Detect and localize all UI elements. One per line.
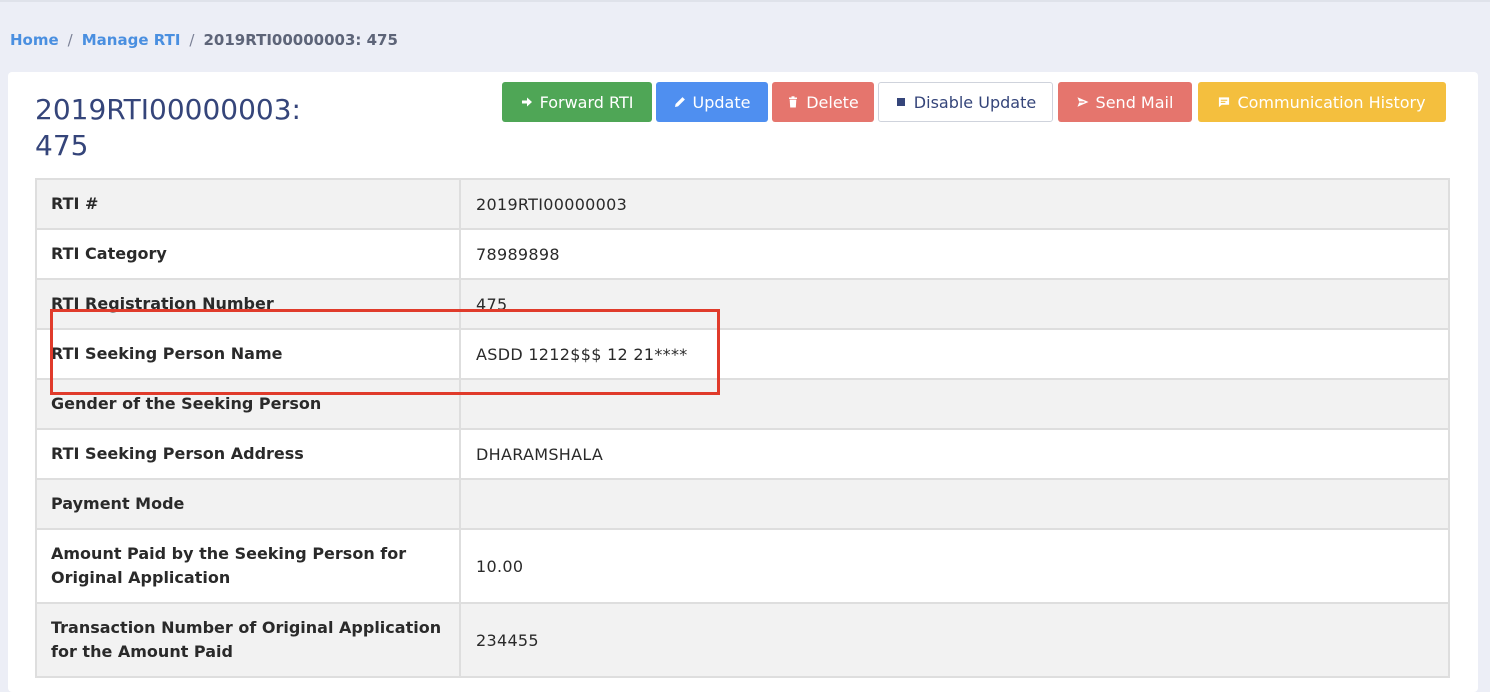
field-label: Transaction Number of Original Applicati… xyxy=(37,604,461,676)
field-value xyxy=(461,480,1448,528)
field-value: 78989898 xyxy=(476,244,560,264)
field-label: RTI Seeking Person Address xyxy=(37,430,461,478)
send-mail-label: Send Mail xyxy=(1095,92,1174,112)
table-row: Amount Paid by the Seeking Person for Or… xyxy=(37,530,1448,604)
field-value: 234455 xyxy=(476,630,539,650)
disable-update-label: Disable Update xyxy=(913,92,1037,112)
delete-button[interactable]: Delete xyxy=(772,82,874,122)
field-value xyxy=(461,380,1448,428)
table-row: Gender of the Seeking Person xyxy=(37,380,1448,430)
update-button[interactable]: Update xyxy=(656,82,768,122)
table-row: RTI Seeking Person Address DHARAMSHALA xyxy=(37,430,1448,480)
field-label: Gender of the Seeking Person xyxy=(37,380,461,428)
update-label: Update xyxy=(692,92,751,112)
forward-rti-button[interactable]: Forward RTI xyxy=(502,82,652,122)
top-divider xyxy=(0,0,1490,2)
table-row: Transaction Number of Original Applicati… xyxy=(37,604,1448,678)
breadcrumb-current: 2019RTI00000003: 475 xyxy=(203,31,398,49)
table-row: Payment Mode xyxy=(37,480,1448,530)
field-value: ASDD 1212$$$ 12 21**** xyxy=(476,344,688,364)
send-mail-button[interactable]: Send Mail xyxy=(1058,82,1192,122)
chat-icon xyxy=(1218,96,1230,108)
field-value: 475 xyxy=(476,294,508,314)
communication-history-label: Communication History xyxy=(1237,92,1426,112)
field-label: RTI Seeking Person Name xyxy=(37,330,461,378)
pencil-icon xyxy=(674,96,686,108)
arrow-right-icon xyxy=(521,96,533,108)
breadcrumb-home-link[interactable]: Home xyxy=(10,31,59,49)
rti-details-table: RTI # 2019RTI00000003 RTI Category 78989… xyxy=(35,178,1450,678)
field-label: RTI Category xyxy=(37,230,461,278)
field-label: Amount Paid by the Seeking Person for Or… xyxy=(37,530,461,602)
table-row: RTI Registration Number 475 xyxy=(37,280,1448,330)
field-value: DHARAMSHALA xyxy=(476,444,604,464)
forward-rti-label: Forward RTI xyxy=(539,92,634,112)
stop-icon xyxy=(895,96,907,108)
page-title: 2019RTI00000003: 475 xyxy=(35,93,301,162)
breadcrumb: Home / Manage RTI / 2019RTI00000003: 475 xyxy=(10,31,398,49)
table-row: RTI Category 78989898 xyxy=(37,230,1448,280)
trash-icon xyxy=(787,96,799,108)
field-label: Payment Mode xyxy=(37,480,461,528)
breadcrumb-separator: / xyxy=(189,31,195,49)
paper-plane-icon xyxy=(1077,96,1089,108)
disable-update-button[interactable]: Disable Update xyxy=(878,82,1053,122)
delete-label: Delete xyxy=(806,92,859,112)
table-row: RTI # 2019RTI00000003 xyxy=(37,180,1448,230)
field-label: RTI Registration Number xyxy=(37,280,461,328)
field-label: RTI # xyxy=(37,180,461,228)
field-value: 10.00 xyxy=(476,556,524,576)
field-value: 2019RTI00000003 xyxy=(476,194,628,214)
table-row: RTI Seeking Person Name ASDD 1212$$$ 12 … xyxy=(37,330,1448,380)
communication-history-button[interactable]: Communication History xyxy=(1198,82,1446,122)
breadcrumb-manage-rti-link[interactable]: Manage RTI xyxy=(82,31,181,49)
breadcrumb-separator: / xyxy=(67,31,73,49)
